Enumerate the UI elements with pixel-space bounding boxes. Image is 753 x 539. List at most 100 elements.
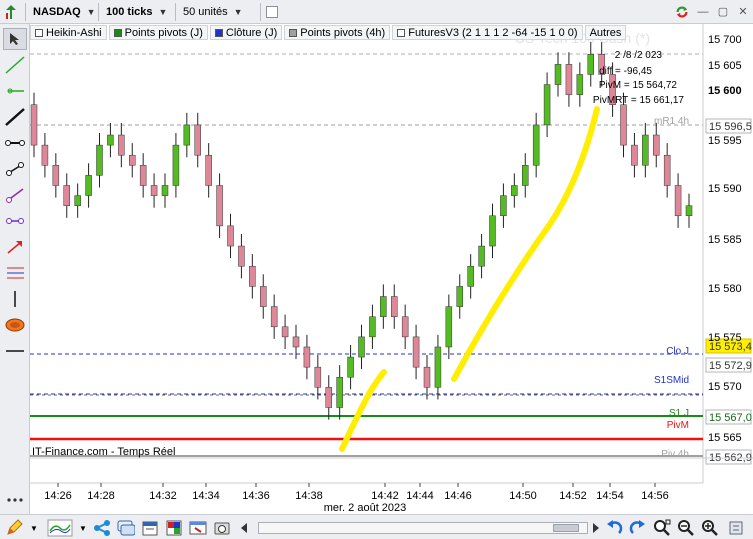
horizontal-ray-icon[interactable] [3, 340, 27, 362]
arrow-red-icon[interactable] [3, 236, 27, 258]
indicator-tab[interactable]: Heikin-Ashi [30, 25, 107, 40]
scroll-right-button[interactable] [588, 518, 604, 538]
chat-icon[interactable] [116, 518, 136, 538]
candle-body [391, 296, 398, 317]
vertical-line-icon[interactable] [3, 288, 27, 310]
level-label: S1SMid [654, 375, 689, 386]
indicator-color-swatch [289, 28, 298, 37]
ray-purple-icon[interactable] [3, 184, 27, 206]
indicator-label: Points pivots (J) [124, 26, 203, 39]
zoom-in-icon[interactable] [700, 518, 720, 538]
indicator-tab[interactable]: Clôture (J) [209, 25, 283, 40]
indicator-chart-icon[interactable] [46, 518, 74, 538]
indicator-tab[interactable]: FuturesV3 (2 1 1 1 2 -64 -15 1 0 0) [392, 25, 583, 40]
highlight-stroke-right [451, 106, 600, 382]
source-label: IT-Finance.com - Temps Réel [32, 446, 175, 458]
segment-icon[interactable] [3, 132, 27, 154]
price-level-label: 15 596,5 [709, 121, 752, 133]
candle-body [347, 356, 354, 378]
minimize-button[interactable]: — [693, 2, 713, 22]
candle-body [576, 74, 584, 95]
candle-body [653, 134, 660, 156]
undo-icon[interactable] [604, 518, 624, 538]
candle-body [565, 64, 573, 95]
price-level-label: 15 567,0 [709, 412, 752, 424]
candle-body [532, 124, 540, 166]
arrows-icon[interactable] [0, 2, 22, 22]
candle-body [358, 336, 365, 358]
indicator-label: Autres [589, 26, 622, 39]
indicator-tab[interactable]: Points pivots (4h) [284, 25, 391, 40]
chevron-down-icon[interactable]: ▼ [77, 518, 89, 538]
units-selector[interactable]: 50 unités ▼ [179, 2, 257, 22]
time-tick-label: 14:54 [596, 490, 624, 502]
drawing-tools-panel [0, 24, 30, 514]
zoom-out-icon[interactable] [676, 518, 696, 538]
candle-body [30, 104, 38, 146]
trading-app: NASDAQ ▼ 100 ticks ▼ 50 unités ▼ — ▢ ✕ 1… [0, 0, 753, 539]
grid-icon[interactable] [164, 518, 184, 538]
chevron-down-icon[interactable]: ▼ [28, 518, 40, 538]
close-button[interactable]: ✕ [733, 2, 753, 22]
candle-body [172, 144, 180, 186]
candle-body [401, 316, 409, 338]
price-chart[interactable]: US Tech 100 Cash (*) mR1 4h15 596,5Clo J… [30, 24, 753, 514]
horizontal-line-icon[interactable] [3, 80, 27, 102]
candle-body [314, 366, 322, 388]
scrollbar-thumb[interactable] [553, 524, 579, 532]
more-tools-icon[interactable] [3, 489, 27, 511]
pencil-icon[interactable] [4, 518, 24, 538]
candle-body [270, 306, 278, 328]
symbol-selector[interactable]: NASDAQ ▼ [29, 2, 96, 22]
units-label: 50 unités [183, 5, 228, 18]
fibonacci-icon[interactable] [3, 262, 27, 284]
trendline-black-icon[interactable] [3, 106, 27, 128]
option-checkbox[interactable] [266, 5, 278, 18]
cursor-icon[interactable] [3, 28, 27, 50]
indicator-color-swatch [214, 28, 223, 37]
settings-icon[interactable] [726, 518, 746, 538]
ticks-selector[interactable]: 100 ticks ▼ [102, 2, 172, 22]
level-label: PivM [667, 420, 689, 431]
candle-body [336, 377, 343, 408]
scroll-left-button[interactable] [236, 518, 252, 538]
candle-body [183, 124, 191, 146]
candle-body [161, 185, 169, 196]
candle-body [522, 165, 529, 186]
indicator-label: Points pivots (4h) [300, 26, 386, 39]
annotation-diff: diff = -96,45 [599, 66, 652, 77]
candle-body [292, 336, 300, 348]
candle-body [63, 185, 70, 206]
price-tick-label: 15 605 [708, 60, 742, 72]
screenshot-icon[interactable] [212, 518, 232, 538]
candle-body [107, 134, 114, 146]
ray-icon[interactable] [3, 158, 27, 180]
maximize-button[interactable]: ▢ [713, 2, 733, 22]
candle-body [511, 185, 518, 196]
level-label: mR1 4h [654, 116, 689, 127]
price-tick-label: 15 595 [708, 135, 742, 147]
chevron-down-icon: ▼ [86, 6, 96, 17]
indicator-tab[interactable]: Autres [584, 25, 627, 40]
candle-body [543, 84, 551, 126]
candle-body [554, 64, 562, 85]
candle-body [227, 225, 234, 247]
indicator-tab[interactable]: Points pivots (J) [108, 25, 208, 40]
window-icon[interactable] [188, 518, 208, 538]
candle-body [238, 245, 245, 267]
trendline-green-icon[interactable] [3, 54, 27, 76]
candle-body [369, 316, 376, 338]
candle-body [445, 306, 453, 348]
candle-body [467, 265, 474, 287]
zoom-area-icon[interactable] [652, 518, 672, 538]
share-icon[interactable] [92, 518, 112, 538]
ellipse-icon[interactable] [3, 314, 27, 336]
horizontal-scrollbar[interactable] [258, 522, 588, 534]
candle-body [139, 165, 147, 186]
segment-purple-icon[interactable] [3, 210, 27, 232]
redo-icon[interactable] [628, 518, 648, 538]
candle-body [205, 154, 212, 186]
time-tick-label: 14:56 [641, 490, 669, 502]
calendar-icon[interactable] [140, 518, 160, 538]
refresh-icon[interactable] [671, 2, 693, 22]
